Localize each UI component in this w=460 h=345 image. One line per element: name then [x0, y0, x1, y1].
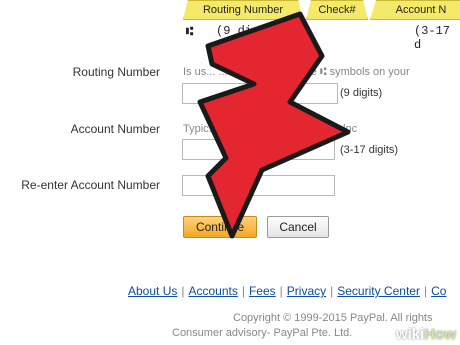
wikihow-watermark: wikiHow — [395, 326, 456, 343]
red-arrow-icon — [197, 11, 351, 239]
